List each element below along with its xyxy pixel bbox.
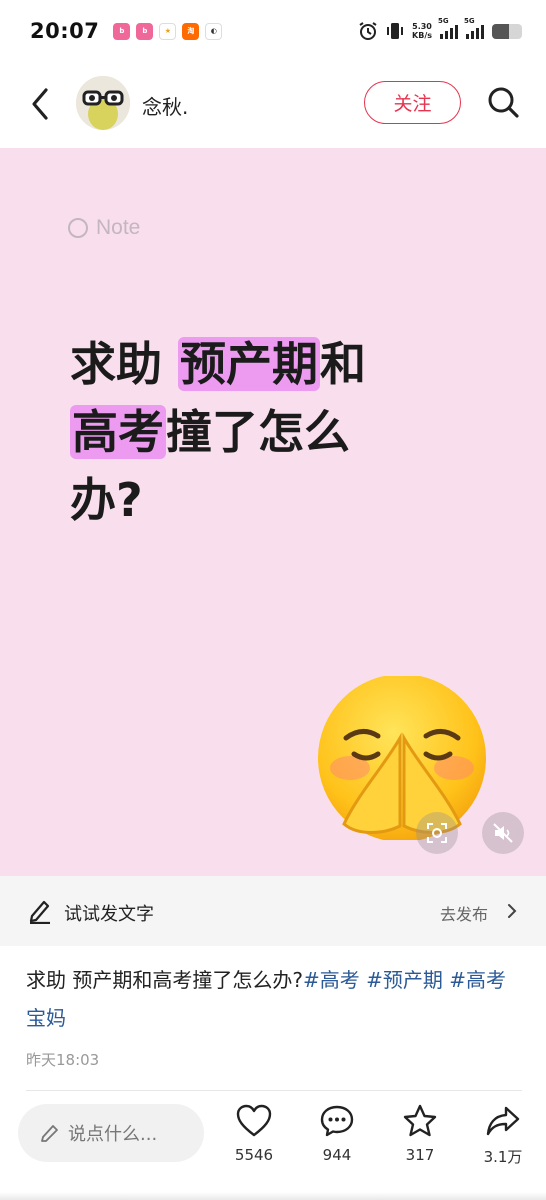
mute-button[interactable] <box>482 812 524 854</box>
net-speed: 5.30 KB/s <box>412 22 432 40</box>
comment-count: 944 <box>322 1146 352 1164</box>
share-arrow-icon <box>486 1106 520 1136</box>
like-count: 5546 <box>234 1146 274 1164</box>
signal-label: 5G <box>438 17 449 25</box>
try-post-bar[interactable]: 试试发文字 去发布 <box>0 876 546 946</box>
favorite-button[interactable]: 317 <box>390 1104 450 1164</box>
comment-placeholder: 说点什么... <box>68 1124 158 1145</box>
hashtag[interactable]: #预产期 <box>366 968 443 992</box>
net-speed-value: 5.30 <box>412 22 432 31</box>
divider <box>26 1090 522 1091</box>
headline-text: 办? <box>70 473 143 527</box>
headline-highlight: 高考 <box>70 405 166 459</box>
comment-button[interactable]: 944 <box>307 1104 367 1164</box>
post-time: 昨天18:03 <box>26 1051 100 1069</box>
pleading-emoji-icon <box>318 676 486 840</box>
post-body: 求助 预产期和高考撞了怎么办?#高考 #预产期 #高考宝妈 <box>26 961 522 1037</box>
status-bar: 20:07 b b ★ 淘 ◐ 5.30 KB/s 5G 5G <box>0 0 546 62</box>
share-button[interactable]: 3.1万 <box>473 1104 533 1167</box>
lottery-icon: ★ <box>159 22 177 40</box>
pen-icon <box>41 1125 58 1142</box>
avatar[interactable] <box>76 76 130 130</box>
bilibili-icon: b <box>113 22 131 40</box>
hashtag[interactable]: #高考 <box>303 968 360 992</box>
headline-text: 和 <box>320 337 367 391</box>
author-name[interactable]: 念秋. <box>142 91 188 120</box>
note-header: 念秋. 关注 <box>0 62 546 148</box>
heart-icon <box>236 1104 272 1137</box>
battery-icon <box>492 23 522 39</box>
headline-text: 求助 <box>70 337 179 391</box>
headline-text: 撞了怎么 <box>166 405 350 459</box>
signal-label: 5G <box>464 17 475 25</box>
speaker-muted-icon <box>493 823 513 843</box>
note-cover-image[interactable]: Note 求助 预产期和 高考撞了怎么 办? <box>0 148 546 876</box>
headline-highlight: 预产期 <box>178 337 321 391</box>
circle-icon <box>68 218 88 238</box>
alarm-icon <box>359 22 377 40</box>
signal-icon: 5G <box>464 17 484 39</box>
taobao-icon: 淘 <box>182 22 200 40</box>
follow-button[interactable]: 关注 <box>364 81 461 124</box>
star-icon <box>403 1104 437 1137</box>
favorite-count: 317 <box>405 1146 435 1164</box>
app-icon: ◐ <box>205 22 223 40</box>
chevron-right-icon <box>508 904 517 918</box>
back-arrow-icon[interactable] <box>26 86 56 122</box>
comment-bubble-icon <box>320 1105 354 1137</box>
feed-preview-edge <box>0 1192 546 1200</box>
status-time: 20:07 <box>30 19 100 43</box>
avatar-image <box>76 76 130 130</box>
headline-line-1: 求助 预产期和 <box>70 330 500 398</box>
vibrate-icon <box>387 23 404 39</box>
net-speed-unit: KB/s <box>412 31 432 40</box>
search-icon[interactable] <box>486 84 520 122</box>
share-count: 3.1万 <box>483 1148 523 1166</box>
go-publish-link[interactable]: 去发布 <box>440 901 488 925</box>
post-text: 求助 预产期和高考撞了怎么办? <box>26 968 303 992</box>
image-search-button[interactable] <box>416 812 458 854</box>
headline-line-2: 高考撞了怎么 <box>70 398 500 466</box>
status-app-icons: b b ★ 淘 ◐ <box>113 22 223 40</box>
scan-icon <box>427 823 447 843</box>
bottom-action-bar: 说点什么... 5546 944 317 3.1万 <box>0 1096 546 1200</box>
pen-icon <box>29 900 50 924</box>
cover-headline: 求助 预产期和 高考撞了怎么 办? <box>70 330 500 534</box>
note-watermark: Note <box>68 216 140 240</box>
headline-line-3: 办? <box>70 466 500 534</box>
comment-input[interactable]: 说点什么... <box>18 1104 204 1162</box>
try-post-label: 试试发文字 <box>64 904 154 925</box>
watermark-text: Note <box>96 216 141 239</box>
bilibili-icon: b <box>136 22 154 40</box>
like-button[interactable]: 5546 <box>224 1104 284 1164</box>
signal-icon: 5G <box>438 17 458 39</box>
